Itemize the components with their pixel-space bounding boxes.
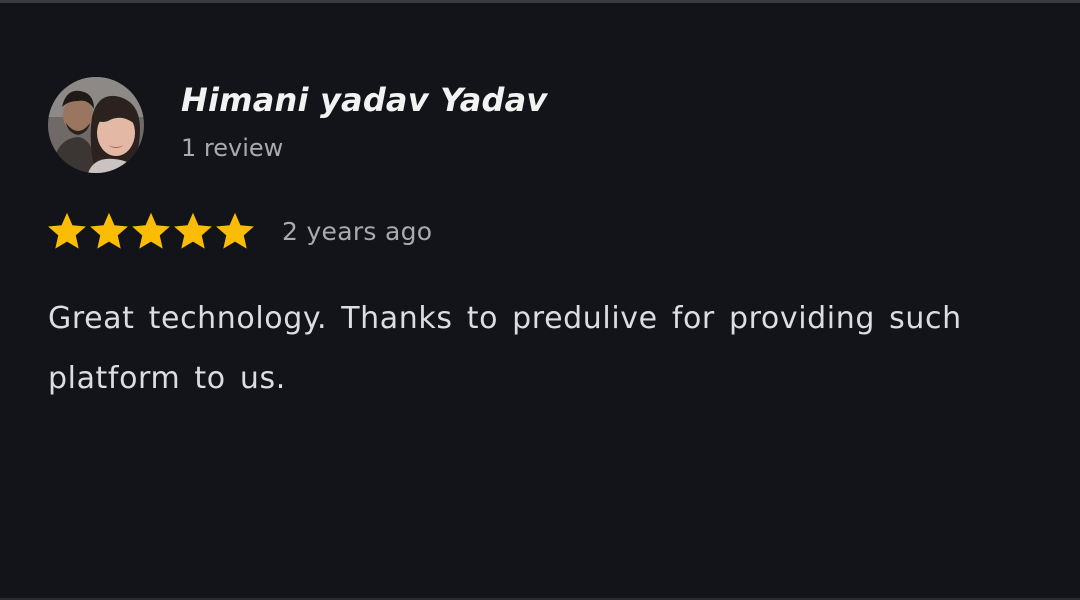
star-icon xyxy=(132,212,170,249)
star-icon xyxy=(90,212,128,249)
star-rating xyxy=(46,210,256,252)
star-icon xyxy=(216,212,254,249)
reviewer-name[interactable]: Himani yadav Yadav xyxy=(181,81,547,119)
review-timestamp: 2 years ago xyxy=(282,216,433,246)
star-icon xyxy=(174,212,212,249)
rating-row: 2 years ago xyxy=(46,209,432,253)
avatar-photo xyxy=(48,77,144,173)
review-count[interactable]: 1 review xyxy=(181,134,283,162)
avatar[interactable] xyxy=(48,77,144,173)
review-text: Great technology. Thanks to predulive fo… xyxy=(48,301,962,396)
review-card: Himani yadav Yadav 1 review 2 years ago … xyxy=(0,0,1080,600)
star-icon xyxy=(48,212,86,249)
